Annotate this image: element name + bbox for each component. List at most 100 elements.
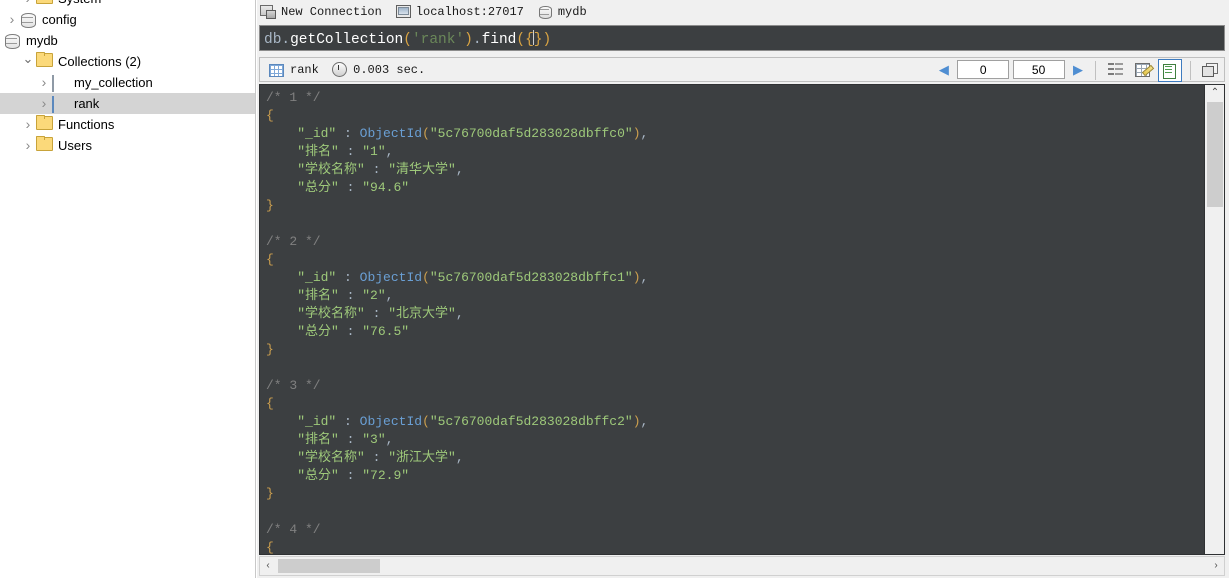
code-token: ( [516, 32, 526, 48]
code-token: ) [464, 32, 473, 48]
limit-input[interactable]: 50 [1012, 60, 1065, 79]
tree-item-config[interactable]: config [0, 9, 255, 30]
horizontal-scroll-thumb[interactable] [278, 559, 380, 573]
toolbar-separator [1095, 61, 1097, 80]
field-key: "总分" [297, 468, 339, 483]
results-elapsed-chip: 0.003 sec. [332, 58, 425, 83]
mongodb-client-window: SystemconfigmydbCollections (2)my_collec… [0, 0, 1229, 578]
code-token: find [481, 32, 517, 48]
results-toolbar: rank 0.003 sec. ◀ 0 50 ▶ [259, 57, 1225, 82]
result-document: /* 1 */ { "_id" : ObjectId("5c76700daf5d2… [266, 89, 1205, 233]
document-index-comment: /* 4 */ [266, 522, 321, 537]
close-paren: ) [632, 414, 641, 429]
chevron-right-icon[interactable] [20, 135, 36, 156]
table-view-button[interactable] [1131, 59, 1155, 82]
objectid-fn: ObjectId [359, 414, 423, 429]
detach-view-button[interactable] [1198, 59, 1222, 82]
field-key: "排名" [297, 432, 339, 447]
field-key: "总分" [297, 324, 339, 339]
field-trailing-comma: , [455, 162, 464, 177]
results-toolbar-right: ◀ 0 50 ▶ [934, 58, 1222, 83]
field-key: "学校名称" [297, 450, 365, 465]
objectid-fn: ObjectId [359, 126, 423, 141]
field-key: "学校名称" [297, 162, 365, 177]
tree-item-my-collection[interactable]: my_collection [0, 72, 255, 93]
connection-chip-new-connection[interactable]: New Connection [260, 0, 382, 25]
tree-item-users[interactable]: Users [0, 135, 255, 156]
document-field: "学校名称" : "清华大学", [266, 161, 1205, 179]
skip-input[interactable]: 0 [957, 60, 1010, 79]
chevron-down-icon[interactable] [20, 51, 36, 72]
close-paren: ) [632, 126, 641, 141]
chevron-right-icon[interactable] [36, 93, 52, 114]
document-field: "_id" : ObjectId("5c76700daf5d283028dbff… [266, 125, 1205, 143]
scroll-left-button[interactable]: ‹ [260, 557, 276, 575]
tree-item-rank[interactable]: rank [0, 93, 255, 114]
main-pane: New Connection localhost:27017 mydb db.get… [257, 0, 1229, 578]
json-view-icon [1163, 64, 1177, 79]
clock-icon [332, 62, 348, 78]
chevron-right-icon[interactable] [20, 114, 36, 135]
field-separator: : [338, 324, 363, 339]
field-separator: : [338, 468, 363, 483]
chevron-down-icon[interactable] [0, 30, 4, 51]
prev-page-button[interactable]: ◀ [934, 58, 954, 81]
field-separator: : [338, 432, 363, 447]
document-index-comment: /* 2 */ [266, 234, 321, 249]
open-brace: { [266, 108, 274, 123]
open-paren: ( [422, 414, 430, 429]
tree-item-mydb[interactable]: mydb [0, 30, 255, 51]
open-brace: { [266, 540, 274, 555]
chevron-right-icon[interactable] [20, 0, 36, 9]
document-field: "_id" : ObjectId("5c76700daf5d283028dbff… [266, 269, 1205, 287]
document-field: "排名" : "2", [266, 287, 1205, 305]
query-editor[interactable]: db.getCollection('rank').find({}) [259, 25, 1225, 51]
close-paren: ) [632, 270, 641, 285]
field-trailing-comma: , [455, 306, 464, 321]
database-tree-sidebar[interactable]: System config mydb Collections (2) my_collec… [0, 0, 256, 578]
tree-item-label: Collections (2) [58, 54, 142, 69]
next-page-button[interactable]: ▶ [1068, 58, 1088, 81]
chevron-right-icon[interactable] [4, 9, 20, 30]
field-trailing-comma: , [455, 450, 464, 465]
results-vertical-scrollbar[interactable]: ⌃ [1204, 85, 1224, 554]
field-value: "清华大学" [388, 162, 456, 177]
tree-item-functions[interactable]: Functions [0, 114, 255, 135]
close-brace: } [266, 342, 274, 357]
connection-chip-mydb[interactable]: mydb [538, 0, 587, 25]
code-token: db [264, 32, 282, 48]
tree-item-collections-2[interactable]: Collections (2) [0, 51, 255, 72]
field-trailing-comma: , [385, 288, 394, 303]
query-editor-code[interactable]: db.getCollection('rank').find({}) [264, 30, 551, 48]
field-separator: : [364, 306, 389, 321]
results-json-view[interactable]: /* 1 */{ "_id" : ObjectId("5c76700daf5d2… [259, 84, 1225, 555]
results-horizontal-scrollbar[interactable]: ‹ › [259, 556, 1225, 576]
scroll-right-button[interactable]: › [1208, 557, 1224, 575]
toolbar-separator-2 [1189, 61, 1191, 80]
tree-view-button[interactable] [1104, 59, 1128, 82]
field-trailing-comma: , [640, 126, 649, 141]
connection-icon [260, 5, 276, 20]
connection-chip-label: localhost:27017 [415, 5, 524, 19]
chevron-right-icon[interactable] [36, 72, 52, 93]
field-key: "排名" [297, 288, 339, 303]
tree-item-system[interactable]: System [0, 0, 255, 9]
code-token: ( [403, 32, 412, 48]
vertical-scroll-thumb[interactable] [1207, 102, 1223, 207]
json-view-button[interactable] [1158, 59, 1183, 82]
results-json-content: /* 1 */{ "_id" : ObjectId("5c76700daf5d2… [260, 85, 1205, 555]
code-token: . [281, 32, 291, 48]
scroll-up-button[interactable]: ⌃ [1205, 85, 1224, 101]
field-separator: : [338, 144, 363, 159]
connection-chip-localhost-27017[interactable]: localhost:27017 [395, 0, 524, 25]
connection-chip-label: New Connection [281, 5, 382, 19]
